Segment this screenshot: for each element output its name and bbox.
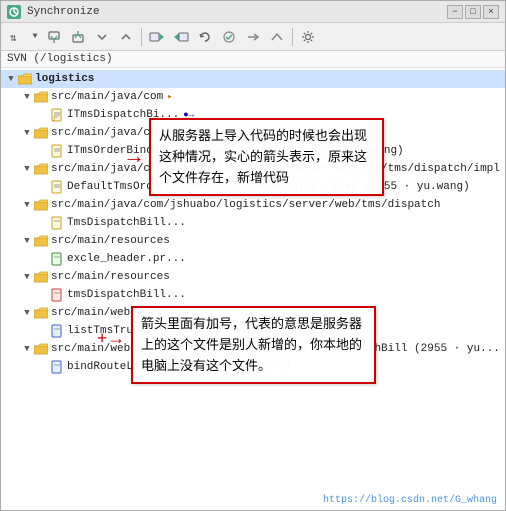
arrow-right-btn[interactable] xyxy=(242,26,264,48)
file-icon-excle xyxy=(50,252,64,266)
tmsdispatchbill-xml-label: tmsDispatchBill... xyxy=(67,289,186,301)
expand-leaf-trunk xyxy=(37,325,49,337)
folder-icon-8 xyxy=(34,343,48,355)
minimize-button[interactable]: − xyxy=(447,5,463,19)
folder-icon-2 xyxy=(34,127,48,139)
annotation-box-2: +→ 箭头里面有加号，代表的意思是服务器上的这个文件是别人新增的，你本地的电脑上… xyxy=(131,306,376,384)
tree-item-src-web[interactable]: src/main/java/com/jshuabo/logistics/serv… xyxy=(1,196,505,214)
expand-arrow-6[interactable] xyxy=(21,271,33,283)
file-icon-java-2 xyxy=(50,144,64,158)
folder-icon-5 xyxy=(34,235,48,247)
src-web-label: src/main/java/com/jshuabo/logistics/serv… xyxy=(51,199,440,211)
toolbar: ⇅ ▼ xyxy=(1,23,505,51)
file-icon-xml xyxy=(50,288,64,302)
expand-leaf-bill xyxy=(37,217,49,229)
expand-arrow-itmsdispatch xyxy=(37,109,49,121)
folder-icon-1 xyxy=(34,91,48,103)
src-java-2-label: src/main/java/com xyxy=(51,127,163,139)
maximize-button[interactable]: □ xyxy=(465,5,481,19)
annotation-box-1: → 从服务器上导入代码的时候也会出现这种情况，实心的箭头表示，原来这个文件存在，… xyxy=(149,118,384,196)
folder-icon-4 xyxy=(34,199,48,211)
logistics-label: logistics xyxy=(35,73,94,85)
tree-item-excle-header[interactable]: excle_header.pr... xyxy=(1,250,505,268)
file-icon-java-1: J xyxy=(50,108,64,122)
folder-icon-7 xyxy=(34,307,48,319)
tmsdispatchbill-label: TmsDispatchBill... xyxy=(67,217,186,229)
expand-leaf-bindrouteline xyxy=(37,361,49,373)
expand-arrow-3[interactable] xyxy=(21,163,33,175)
mark-resolved-btn[interactable] xyxy=(218,26,240,48)
svn-badge-1: ▸ xyxy=(165,92,174,102)
refresh-btn[interactable] xyxy=(194,26,216,48)
settings-btn[interactable] xyxy=(297,26,319,48)
folder-icon-6 xyxy=(34,271,48,283)
synchronize-window: Synchronize − □ × ⇅ ▼ xyxy=(0,0,506,511)
tree-root-logistics[interactable]: logistics xyxy=(1,70,505,88)
expand-leaf-excle xyxy=(37,253,49,265)
folder-icon-3 xyxy=(34,163,48,175)
annotation-text-1: 从服务器上导入代码的时候也会出现这种情况，实心的箭头表示，原来这个文件存在，新增… xyxy=(159,128,367,185)
tree-item-tmsdispatchbill[interactable]: TmsDispatchBill... xyxy=(1,214,505,232)
svn-path-label: SVN (/logistics) xyxy=(1,51,505,68)
resources-1-label: src/main/resources xyxy=(51,235,170,247)
expand-arrow-4[interactable] xyxy=(21,199,33,211)
tree-item-resources-2[interactable]: src/main/resources xyxy=(1,268,505,286)
toolbar-sep-2 xyxy=(292,28,293,46)
file-icon-impl xyxy=(50,180,64,194)
tree-item-tmsdispatchbill-xml[interactable]: tmsDispatchBill... xyxy=(1,286,505,304)
svn-commit-btn[interactable] xyxy=(146,26,168,48)
nav-down-btn[interactable] xyxy=(91,26,113,48)
expand-leaf-2 xyxy=(37,145,49,157)
commit-btn[interactable] xyxy=(43,26,65,48)
expand-arrow-5[interactable] xyxy=(21,235,33,247)
window-title: Synchronize xyxy=(27,6,441,18)
expand-arrow-8[interactable] xyxy=(21,343,33,355)
expand-arrow-7[interactable] xyxy=(21,307,33,319)
expand-leaf-xml xyxy=(37,289,49,301)
window-controls: − □ × xyxy=(447,5,499,19)
src-java-1-label: src/main/java/com xyxy=(51,91,163,103)
tree-item-src-java-1[interactable]: src/main/java/com ▸ xyxy=(1,88,505,106)
folder-icon-logistics xyxy=(18,73,32,85)
expand-arrow-2[interactable] xyxy=(21,127,33,139)
watermark: https://blog.csdn.net/G_whang xyxy=(323,495,497,506)
file-icon-bindrouteline xyxy=(50,360,64,374)
tree-item-resources-1[interactable]: src/main/resources xyxy=(1,232,505,250)
nav-up-btn[interactable] xyxy=(115,26,137,48)
sync-btn-1[interactable]: ⇅ xyxy=(5,26,27,48)
tree-area[interactable]: logistics src/main/java/com ▸ xyxy=(1,68,505,510)
annotation-text-2: 箭头里面有加号，代表的意思是服务器上的这个文件是别人新增的，你本地的电脑上没有这… xyxy=(141,316,362,373)
window-icon xyxy=(7,5,21,19)
title-bar: Synchronize − □ × xyxy=(1,1,505,23)
update-btn[interactable] xyxy=(67,26,89,48)
file-icon-trunk xyxy=(50,324,64,338)
expand-arrow-logistics[interactable] xyxy=(5,73,17,85)
sync-dropdown[interactable]: ▼ xyxy=(29,26,41,48)
resources-2-label: src/main/resources xyxy=(51,271,170,283)
expand-leaf-impl xyxy=(37,181,49,193)
close-button[interactable]: × xyxy=(483,5,499,19)
excle-header-label: excle_header.pr... xyxy=(67,253,186,265)
svn-update-btn[interactable] xyxy=(170,26,192,48)
toolbar-sep-1 xyxy=(141,28,142,46)
file-icon-bill xyxy=(50,216,64,230)
svg-text:J: J xyxy=(52,117,55,122)
collapse-btn[interactable] xyxy=(266,26,288,48)
svg-text:⇅: ⇅ xyxy=(10,33,17,45)
expand-arrow-1[interactable] xyxy=(21,91,33,103)
